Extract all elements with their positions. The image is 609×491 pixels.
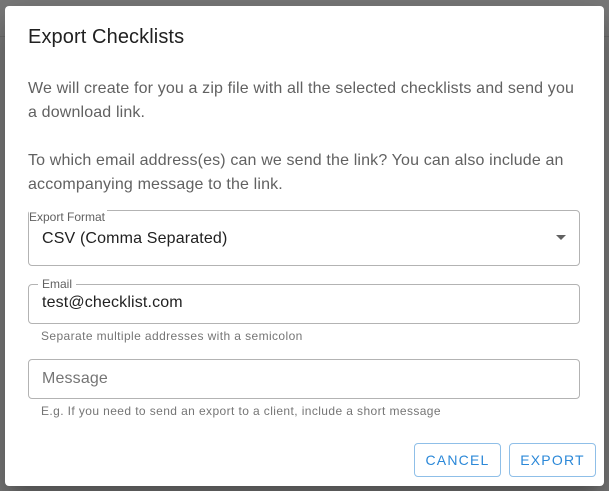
email-prompt-text: To which email address(es) can we send t… (28, 152, 564, 193)
message-input[interactable] (29, 360, 579, 398)
export-format-select[interactable]: Export Format CSV (Comma Separated) (28, 210, 580, 266)
dropdown-arrow-icon (556, 235, 566, 240)
message-field (28, 359, 580, 399)
intro-text: We will create for you a zip file with a… (28, 80, 575, 121)
export-format-label: Export Format (29, 210, 108, 224)
email-value: test@checklist.com (42, 294, 183, 311)
email-helper-text: Separate multiple addresses with a semic… (41, 329, 303, 343)
dialog-title: Export Checklists (28, 26, 185, 48)
export-dialog: Export Checklists We will create for you… (5, 6, 604, 486)
export-format-value: CSV (Comma Separated) (42, 230, 228, 247)
export-button[interactable]: EXPORT (509, 443, 596, 477)
message-helper-text: E.g. If you need to send an export to a … (41, 404, 441, 418)
email-label: Email (38, 277, 77, 291)
email-field[interactable]: Email test@checklist.com (28, 277, 580, 324)
cancel-button[interactable]: CANCEL (414, 443, 501, 477)
